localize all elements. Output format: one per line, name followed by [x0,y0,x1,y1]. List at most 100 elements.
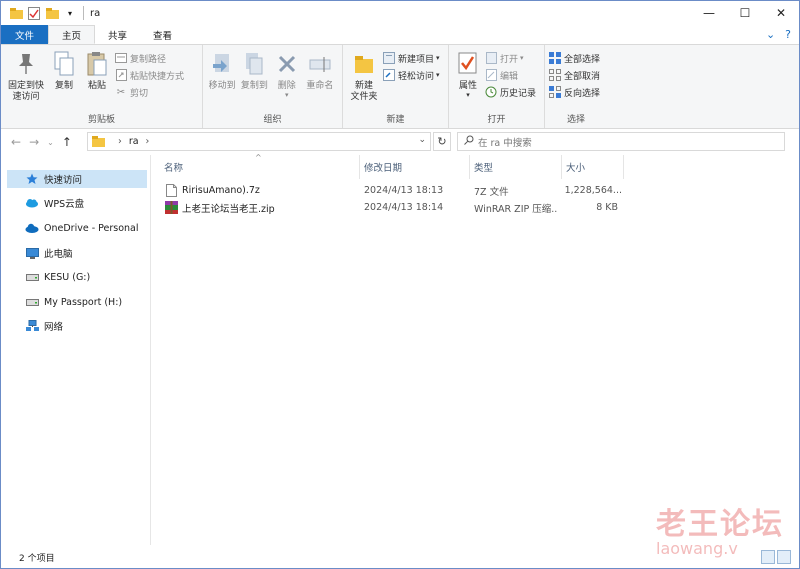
file-name: 上老王论坛当老王.zip [182,203,275,215]
address-folder-icon [92,136,105,147]
address-dropdown-icon[interactable]: ⌄ [418,135,426,145]
properties-check-icon[interactable] [27,6,41,20]
details-view-icon[interactable] [761,550,775,564]
select-none-icon [549,69,561,81]
new-item-button[interactable]: 新建项目 ▾ [383,51,440,65]
help-icon[interactable]: ? [785,28,791,41]
select-none-button[interactable]: 全部取消 [549,68,600,82]
file-type: WinRAR ZIP 压缩... [474,203,558,215]
search-icon [464,135,474,148]
tab-share[interactable]: 共享 [95,25,140,44]
paste-shortcut-button[interactable]: 粘贴快捷方式 [115,68,184,82]
pin-label-2: 速访问 [12,92,40,102]
invert-selection-button[interactable]: 反向选择 [549,85,600,99]
collapse-ribbon-icon[interactable]: ⌄ [766,28,775,41]
copy-button[interactable]: 复制 [49,49,79,92]
onedrive-icon [25,222,39,234]
open-button[interactable]: 打开 ▾ [485,51,536,65]
column-header-size[interactable]: 大小 [562,155,624,179]
item-count: 2 个项目 [19,554,55,564]
forward-arrow-icon[interactable]: → [29,135,39,149]
nav-kesu-drive[interactable]: KESU (G:) [7,268,147,286]
column-header-size-label: 大小 [566,163,586,174]
breadcrumb-ra[interactable]: ra [129,136,139,147]
new-item-dropdown-icon: ▾ [436,54,440,62]
history-button[interactable]: 历史记录 [485,85,536,99]
edit-icon [485,69,497,81]
recent-dropdown-icon[interactable]: ⌄ [47,138,54,147]
select-none-label: 全部取消 [564,71,601,82]
new-folder-button[interactable]: 新建 文件夹 [347,49,381,103]
copy-to-icon [241,49,267,79]
new-folder-quick-icon[interactable] [45,6,59,20]
invert-selection-icon [549,86,561,98]
column-header-name[interactable]: 名称 [160,155,360,179]
computer-icon [25,247,39,259]
properties-button[interactable]: 属性 ▾ [453,49,483,99]
copy-path-icon [115,52,127,64]
pin-quick-access-button[interactable]: 固定到快 速访问 [5,49,47,103]
file-name-cell: RirisuAmano).7z [165,182,357,199]
copy-path-label: 复制路径 [130,54,167,65]
breadcrumb-chevron-end-icon[interactable]: › [146,136,150,147]
large-icons-view-icon[interactable] [777,550,791,564]
tab-home[interactable]: 主页 [48,25,96,44]
file-row[interactable]: RirisuAmano).7z 2024/4/13 18:13 7Z 文件 1,… [151,182,651,199]
rename-button[interactable]: 重命名 [304,49,336,92]
cut-button[interactable]: ✂ 剪切 [115,85,184,99]
breadcrumb-chevron-icon[interactable]: › [118,136,122,147]
clipboard-icon [84,49,110,79]
invert-selection-label: 反向选择 [564,88,601,99]
ribbon-tabs: 文件 主页 共享 查看 ⌄ ? [1,25,799,44]
customize-dropdown-icon[interactable]: ▾ [63,6,77,20]
file-name: RirisuAmano).7z [182,185,260,196]
paste-button[interactable]: 粘贴 [81,49,113,92]
organize-group-label: 组织 [263,115,282,125]
close-button[interactable]: ✕ [763,1,799,25]
maximize-button[interactable]: ☐ [727,1,763,25]
copy-path-button[interactable]: 复制路径 [115,51,184,65]
column-header-type[interactable]: 类型 [470,155,562,179]
easy-access-icon [383,69,395,81]
pin-label-1: 固定到快 [7,81,44,91]
ribbon-right-controls: ⌄ ? [766,25,799,44]
move-to-button[interactable]: 移动到 [207,49,237,92]
file-modified: 2024/4/13 18:14 [364,202,444,213]
ribbon: 固定到快 速访问 复制 粘贴 复制路径 粘贴快捷方式 ✂ 剪切 剪贴板 移动到 … [1,44,799,129]
scissors-icon: ✂ [116,86,126,98]
clipboard-group: 固定到快 速访问 复制 粘贴 复制路径 粘贴快捷方式 ✂ 剪切 剪贴板 [1,45,203,128]
select-all-button[interactable]: 全部选择 [549,51,600,65]
nav-network[interactable]: 网络 [7,317,147,335]
search-box[interactable]: 在 ra 中搜索 [457,132,785,151]
minimize-button[interactable]: — [691,1,727,25]
nav-my-passport-drive[interactable]: My Passport (H:) [7,293,147,311]
delete-button[interactable]: 删除 ▾ [272,49,302,99]
nav-wps-cloud[interactable]: WPS云盘 [7,194,147,212]
file-modified: 2024/4/13 18:13 [364,185,444,196]
history-label: 历史记录 [500,88,537,99]
edit-button[interactable]: 编辑 [485,68,536,82]
nav-label-kesu-drive: KESU (G:) [44,271,91,283]
copy-to-button[interactable]: 复制到 [239,49,269,92]
file-row[interactable]: 上老王论坛当老王.zip 2024/4/13 18:14 WinRAR ZIP … [151,199,651,216]
search-placeholder: 在 ra 中搜索 [478,137,532,149]
back-arrow-icon[interactable]: ← [11,135,21,149]
nav-this-pc[interactable]: 此电脑 [7,244,147,262]
column-header-modified[interactable]: 修改日期 [360,155,470,179]
nav-quick-access[interactable]: 快速访问 [7,170,147,188]
new-folder-label-2: 文件夹 [350,92,378,102]
up-arrow-icon[interactable]: ↑ [62,135,72,149]
tab-file[interactable]: 文件 [1,25,49,44]
easy-access-button[interactable]: 轻松访问 ▾ [383,68,440,82]
nav-onedrive[interactable]: OneDrive - Personal [7,219,147,237]
address-bar[interactable]: › ra › ⌄ [87,132,431,151]
clipboard-small-buttons: 复制路径 粘贴快捷方式 ✂ 剪切 [115,51,184,99]
star-icon [25,173,39,185]
tab-view[interactable]: 查看 [140,25,185,44]
open-small-buttons: 打开 ▾ 编辑 历史记录 [485,51,536,99]
new-folder-label-1: 新建 [354,81,373,91]
open-group: 属性 ▾ 打开 ▾ 编辑 历史记录 打开 [449,45,545,128]
delete-dropdown-icon: ▾ [284,91,289,99]
copy-to-label: 复制到 [240,81,268,91]
refresh-button[interactable]: ↻ [433,132,451,151]
